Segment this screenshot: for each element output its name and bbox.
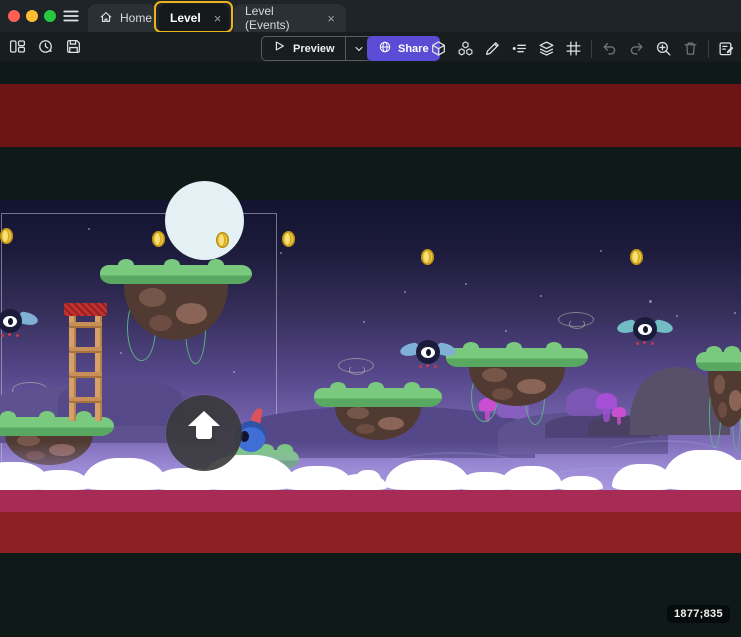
- grid-icon[interactable]: [564, 39, 583, 58]
- zoom-window-button[interactable]: [44, 10, 56, 22]
- ladder[interactable]: [66, 303, 105, 421]
- scene-notes-icon[interactable]: [717, 39, 736, 58]
- hamburger-menu-icon[interactable]: [62, 7, 80, 25]
- star: [600, 250, 602, 252]
- redo-icon[interactable]: [627, 39, 646, 58]
- coin[interactable]: [630, 249, 643, 265]
- star: [465, 283, 467, 285]
- ground-band: [0, 512, 741, 553]
- titlebar: Home Level × Level (Events) ×: [0, 0, 741, 32]
- star: [649, 300, 652, 303]
- ceiling-band: [0, 84, 741, 147]
- undo-icon[interactable]: [600, 39, 619, 58]
- platform[interactable]: [318, 388, 438, 440]
- cloud: [440, 477, 462, 487]
- tab-label: Level: [170, 11, 201, 25]
- cloud: [355, 470, 381, 482]
- ground-top-band: [0, 490, 741, 512]
- moon[interactable]: [165, 181, 244, 260]
- close-tab-icon[interactable]: ×: [214, 11, 222, 26]
- close-window-button[interactable]: [8, 10, 20, 22]
- close-tab-icon[interactable]: ×: [327, 11, 335, 26]
- cursor-coordinates: 1877;835: [667, 605, 730, 623]
- minimize-window-button[interactable]: [26, 10, 38, 22]
- jump-button[interactable]: [166, 395, 242, 471]
- coin[interactable]: [0, 228, 13, 244]
- layout-panels-icon[interactable]: [8, 37, 27, 56]
- history-icon[interactable]: [36, 37, 55, 56]
- fly-enemy[interactable]: [400, 338, 456, 372]
- app-window: Home Level × Level (Events) ×: [0, 0, 741, 637]
- preview-label: Preview: [293, 43, 335, 55]
- zoom-in-icon[interactable]: [654, 39, 673, 58]
- mushroom: [612, 407, 626, 425]
- platform[interactable]: [104, 265, 248, 340]
- platform[interactable]: [450, 348, 584, 406]
- star: [540, 295, 542, 297]
- home-icon: [99, 10, 113, 27]
- tab-level-events[interactable]: Level (Events) ×: [234, 4, 346, 32]
- share-label: Share: [398, 43, 429, 55]
- instances-list-icon[interactable]: [510, 39, 529, 58]
- tab-home[interactable]: Home: [88, 4, 156, 32]
- ghost-cloud: [558, 312, 594, 327]
- save-icon[interactable]: [64, 37, 83, 56]
- tab-level[interactable]: Level ×: [159, 4, 229, 32]
- layers-icon[interactable]: [537, 39, 556, 58]
- scene-canvas[interactable]: 1877;835: [0, 62, 741, 637]
- star: [363, 321, 365, 323]
- fly-enemy[interactable]: [617, 315, 673, 349]
- globe-icon: [378, 40, 392, 57]
- trash-icon[interactable]: [681, 39, 700, 58]
- tab-label: Level (Events): [245, 4, 314, 32]
- play-icon: [272, 39, 286, 58]
- coin[interactable]: [282, 231, 295, 247]
- 3d-box-icon[interactable]: [429, 39, 448, 58]
- star: [505, 330, 507, 332]
- preview-button[interactable]: Preview: [261, 36, 373, 61]
- toolbar: Preview Share: [0, 32, 741, 62]
- cloud: [558, 476, 603, 490]
- fly-enemy[interactable]: [0, 307, 38, 341]
- object-groups-icon[interactable]: [456, 39, 475, 58]
- tab-label: Home: [120, 11, 152, 25]
- coin[interactable]: [152, 231, 165, 247]
- coin[interactable]: [421, 249, 434, 265]
- ghost-cloud: [338, 358, 374, 373]
- star: [404, 291, 406, 293]
- star: [676, 315, 678, 317]
- coin[interactable]: [216, 232, 229, 248]
- star: [734, 312, 736, 314]
- pencil-icon[interactable]: [483, 39, 502, 58]
- star: [280, 252, 282, 254]
- platform[interactable]: [700, 352, 741, 427]
